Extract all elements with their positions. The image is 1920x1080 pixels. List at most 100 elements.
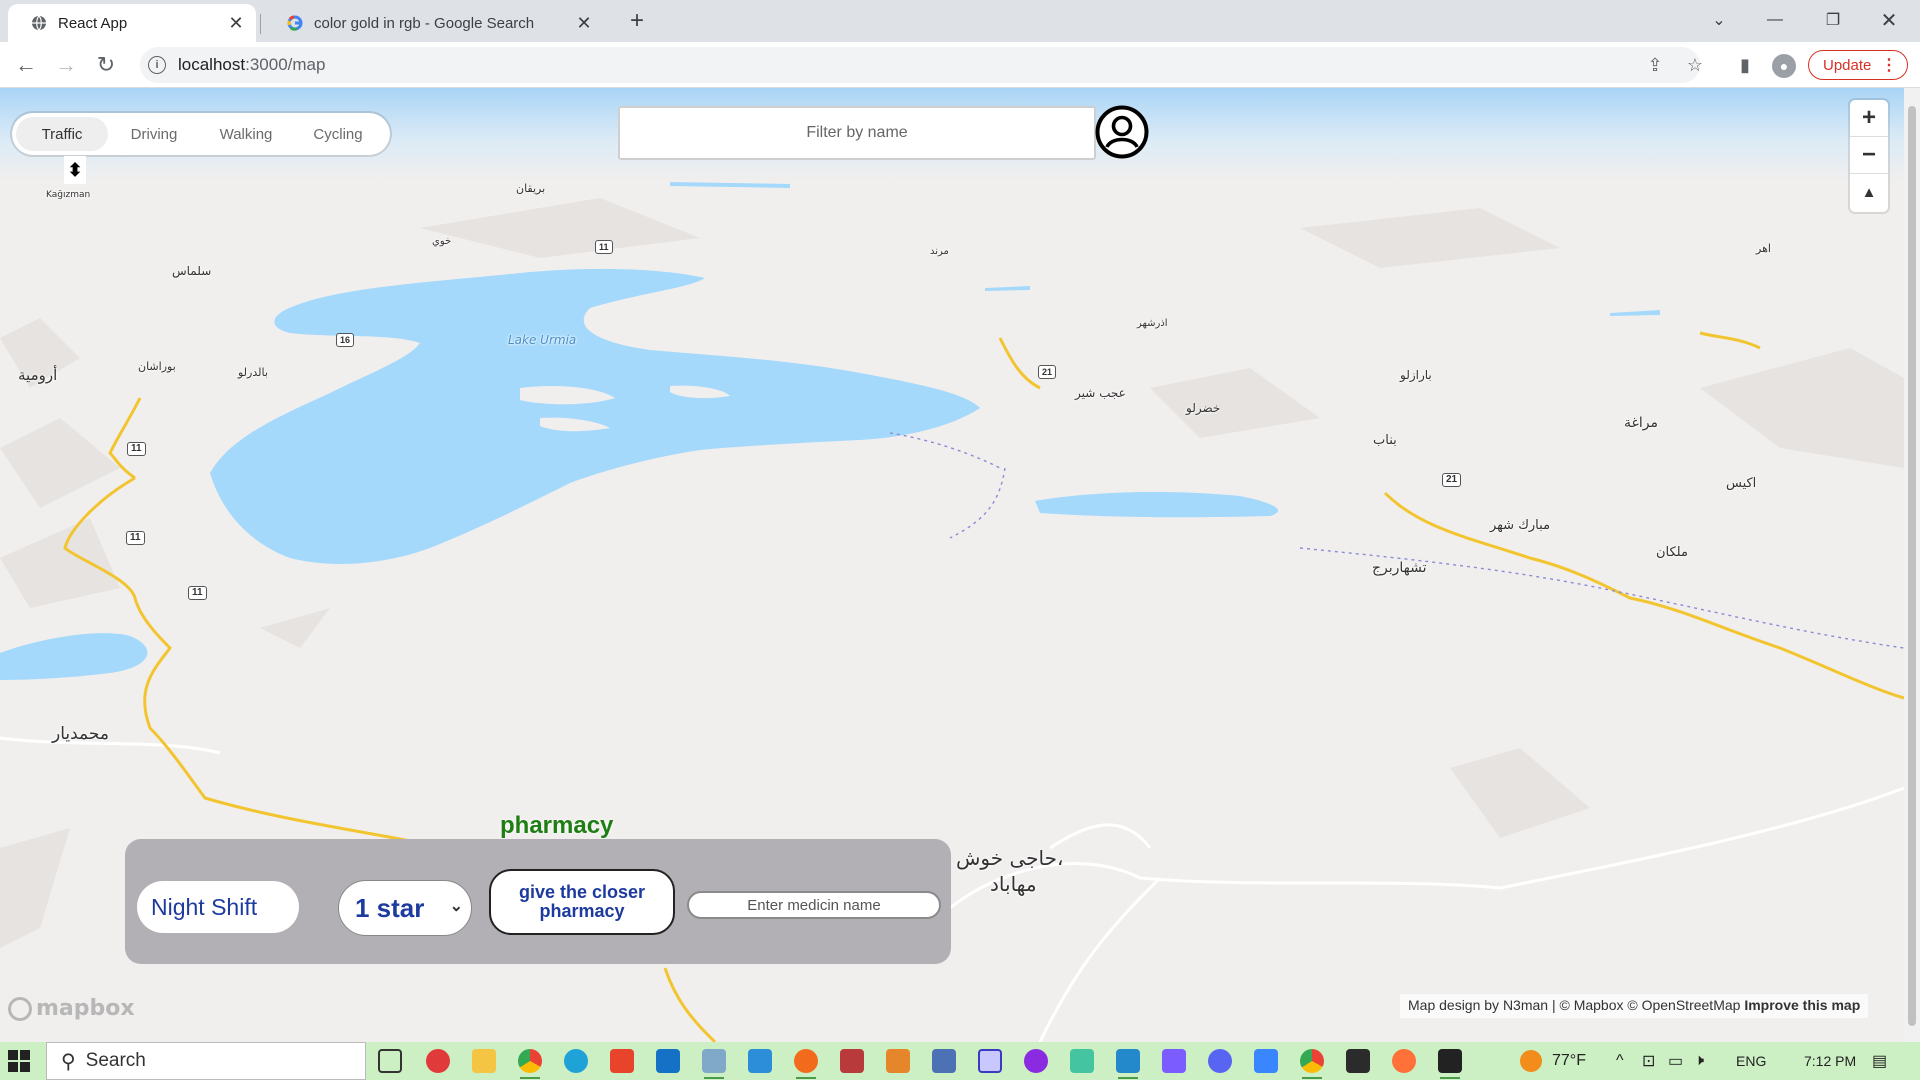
battery-icon[interactable]: ▭ — [1668, 1042, 1683, 1080]
map-attribution: Map design by N3man | © Mapbox © OpenStr… — [1400, 994, 1869, 1018]
night-shift-button[interactable]: Night Shift — [137, 881, 299, 933]
language-indicator[interactable]: ENG — [1736, 1042, 1766, 1080]
task-view-icon[interactable] — [378, 1049, 402, 1073]
sublime-icon[interactable] — [886, 1049, 910, 1073]
app-dev-icon[interactable] — [840, 1049, 864, 1073]
forward-arrow-icon[interactable]: → — [50, 49, 82, 81]
map-viewport[interactable]: أرومية محمديار سلماس بوراشان بالدرلو عجب… — [0, 88, 1920, 1042]
app-cube-icon[interactable] — [978, 1049, 1002, 1073]
update-button[interactable]: Update ⋮ — [1808, 50, 1908, 80]
close-tab-icon[interactable]: ✕ — [572, 11, 596, 35]
filter-by-name-input[interactable] — [620, 124, 1094, 142]
search-icon: ⚲ — [61, 1050, 76, 1073]
github-icon[interactable] — [1024, 1049, 1048, 1073]
place-label: حاجی خوش، — [956, 846, 1064, 870]
tab-walking[interactable]: Walking — [200, 117, 292, 151]
tab-google-search[interactable]: color gold in rgb - Google Search ✕ — [264, 4, 604, 42]
app-shield-icon[interactable] — [932, 1049, 956, 1073]
zoom-controls: + − ▲ — [1850, 100, 1888, 212]
app-blue-icon[interactable] — [1254, 1049, 1278, 1073]
terminal-icon[interactable] — [1438, 1049, 1462, 1079]
zoom-out-icon[interactable]: − — [1850, 137, 1888, 174]
app-diamond-icon[interactable] — [1070, 1049, 1094, 1073]
profile-avatar-icon[interactable]: ● — [1772, 54, 1796, 78]
globe-icon — [30, 14, 48, 32]
clock[interactable]: 7:12 PM — [1804, 1042, 1856, 1080]
volume-icon[interactable]: 🕨 — [1694, 1042, 1704, 1080]
filter-box — [618, 106, 1096, 160]
site-info-icon[interactable]: i — [148, 56, 166, 74]
place-label: خوي — [432, 236, 452, 247]
user-avatar-icon[interactable] — [1095, 105, 1149, 159]
place-label: مراغة — [1624, 415, 1658, 431]
compass-icon[interactable]: ▲ — [1850, 174, 1888, 211]
vscode-icon[interactable] — [1116, 1049, 1140, 1079]
tab-react-app[interactable]: React App ✕ — [8, 4, 256, 42]
address-bar[interactable]: i localhost:3000/map — [140, 47, 1700, 83]
back-arrow-icon[interactable]: ← — [10, 49, 42, 81]
star-select-value: 1 star — [355, 892, 425, 923]
tray-chevron-icon[interactable]: ^ — [1616, 1042, 1624, 1080]
app-red-icon[interactable] — [426, 1049, 450, 1073]
zoom-in-icon[interactable]: + — [1850, 100, 1888, 137]
taskbar-search-box[interactable]: ⚲ Search — [46, 1042, 366, 1080]
star-rating-select[interactable]: 1 star ⌄ — [338, 880, 472, 936]
tab-cycling[interactable]: Cycling — [292, 117, 384, 151]
page-scrollbar[interactable] — [1904, 88, 1920, 1042]
discord-icon[interactable] — [1208, 1049, 1232, 1073]
road-shield: 21 — [1038, 365, 1057, 379]
scrollbar-thumb[interactable] — [1908, 106, 1916, 1026]
notifications-icon[interactable]: ▤ — [1872, 1042, 1887, 1080]
menu-dots-icon: ⋮ — [1881, 57, 1897, 74]
office-icon[interactable] — [610, 1049, 634, 1073]
place-label: عجب شير — [1075, 386, 1126, 400]
tab-divider — [260, 14, 261, 34]
url-text: localhost:3000/map — [178, 55, 326, 74]
tab-title: color gold in rgb - Google Search — [314, 14, 535, 32]
bookmark-star-icon[interactable]: ☆ — [1684, 54, 1706, 76]
tab-search-chevron-icon[interactable]: ⌄ — [1696, 0, 1742, 40]
figma-icon[interactable] — [1346, 1049, 1370, 1073]
weather-widget[interactable]: 77°F — [1520, 1042, 1586, 1080]
restore-icon[interactable]: ❐ — [1810, 0, 1856, 40]
windows-start-icon[interactable] — [8, 1050, 34, 1072]
tab-driving[interactable]: Driving — [108, 117, 200, 151]
improve-map-link[interactable]: Improve this map — [1744, 997, 1860, 1013]
minimize-icon[interactable]: — — [1752, 0, 1798, 40]
notepad-icon[interactable] — [748, 1049, 772, 1073]
close-window-icon[interactable]: ✕ — [1866, 0, 1912, 40]
pharmacy-marker-label[interactable]: pharmacy — [500, 812, 613, 840]
chrome-icon[interactable] — [518, 1049, 542, 1079]
tab-traffic[interactable]: Traffic — [16, 117, 108, 151]
chrome-active-icon[interactable] — [1300, 1049, 1324, 1079]
mapbox-logo[interactable]: mapbox — [8, 996, 135, 1021]
place-label: مرند — [930, 246, 949, 257]
new-tab-button[interactable]: + — [622, 6, 652, 36]
google-icon — [286, 14, 304, 32]
firefox-icon[interactable] — [1392, 1049, 1416, 1073]
chevron-down-icon: ⌄ — [449, 898, 463, 915]
place-label: بالدرلو — [238, 366, 268, 379]
medicine-name-input[interactable] — [689, 896, 939, 914]
app-triangle-icon[interactable] — [1162, 1049, 1186, 1073]
place-label: أرومية — [18, 366, 58, 384]
place-label: ملكان — [1656, 545, 1688, 560]
place-label: بناب — [1373, 433, 1397, 448]
tilt-arrows-icon[interactable]: ⬍ — [64, 156, 86, 184]
mail-icon[interactable] — [656, 1049, 680, 1073]
closer-pharmacy-button[interactable]: give the closer pharmacy — [489, 869, 675, 935]
photos-icon[interactable] — [702, 1049, 726, 1079]
place-label: اذرشهر — [1137, 318, 1168, 329]
close-tab-icon[interactable]: ✕ — [224, 11, 248, 35]
update-label: Update — [1823, 56, 1872, 74]
road-shield: 21 — [1442, 473, 1462, 487]
postman-icon[interactable] — [794, 1049, 818, 1079]
network-icon[interactable]: ⊡ — [1642, 1042, 1655, 1080]
share-icon[interactable]: ⇪ — [1644, 54, 1666, 76]
reload-icon[interactable]: ↻ — [90, 49, 122, 81]
medicine-field-wrapper — [687, 891, 941, 919]
file-explorer-icon[interactable] — [472, 1049, 496, 1073]
side-panel-icon[interactable]: ▮ — [1734, 54, 1756, 76]
edge-icon[interactable] — [564, 1049, 588, 1073]
browser-tab-bar: React App ✕ color gold in rgb - Google S… — [0, 0, 1920, 42]
